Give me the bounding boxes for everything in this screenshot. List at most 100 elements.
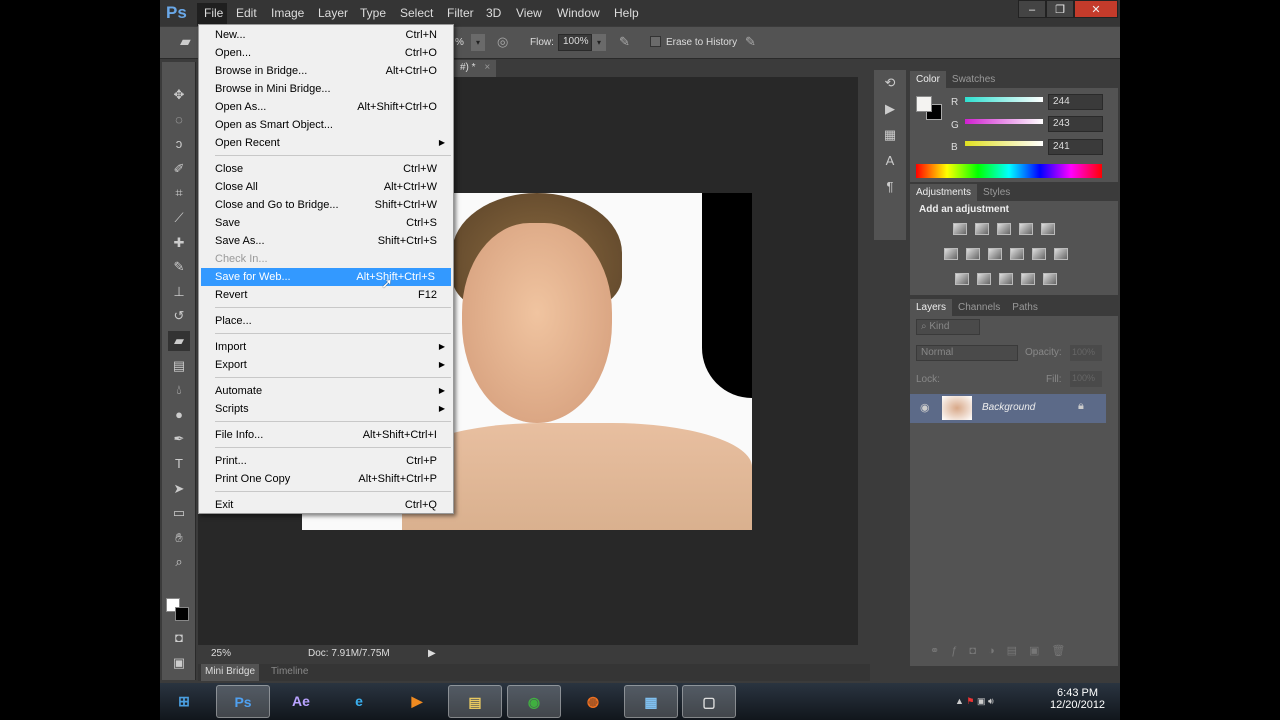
menu-window[interactable]: Window (557, 6, 600, 20)
crop-tool-icon[interactable]: ⌗ (168, 183, 190, 203)
taskbar-firefox[interactable]: ◍ (566, 685, 620, 718)
zoom-level[interactable]: 25% (211, 648, 231, 659)
layer-name[interactable]: Background (982, 402, 1035, 413)
menu-help[interactable]: Help (614, 6, 639, 20)
menu-item-exit[interactable]: Exit Ctrl+Q (199, 496, 453, 514)
menu-view[interactable]: View (516, 6, 542, 20)
menu-item-print[interactable]: Print... Ctrl+P (199, 452, 453, 470)
layer-filter-dropdown[interactable]: ⌕ Kind (916, 319, 980, 335)
history-brush-tool-icon[interactable]: ↺ (168, 306, 190, 326)
eraser-tool-preset-icon[interactable]: ▰ (180, 33, 191, 50)
airbrush-pressure-icon[interactable]: ◎ (497, 34, 508, 50)
background-color-swatch[interactable] (175, 607, 189, 621)
eyedropper-tool-icon[interactable]: ⟋ (168, 208, 190, 228)
g-value-input[interactable]: 243 (1048, 116, 1103, 132)
tab-mini-bridge[interactable]: Mini Bridge (201, 664, 260, 681)
color-lookup-icon[interactable] (1054, 248, 1068, 260)
system-clock[interactable]: 6:43 PM 12/20/2012 (1050, 687, 1105, 711)
r-slider[interactable] (965, 97, 1043, 102)
menu-item-file-info[interactable]: File Info... Alt+Shift+Ctrl+I (199, 426, 453, 444)
taskbar-chrome[interactable]: ◉ (507, 685, 561, 718)
menu-item-import[interactable]: Import ▶ (199, 338, 453, 356)
menu-item-new[interactable]: New... Ctrl+N (199, 26, 453, 44)
zoom-tool-icon[interactable]: ⌕ (168, 552, 190, 572)
pen-tool-icon[interactable]: ✒ (168, 429, 190, 449)
tab-paths[interactable]: Paths (1006, 299, 1044, 316)
blur-tool-icon[interactable]: 💧︎ (168, 380, 190, 400)
show-hidden-icons-button[interactable]: ▲ ⚑ ▣ 🔊︎ (955, 696, 994, 707)
taskbar-internet-explorer[interactable]: e (332, 685, 386, 718)
quick-mask-icon[interactable]: ◘ (168, 628, 190, 648)
menu-item-browse-in-bridge[interactable]: Browse in Bridge... Alt+Ctrl+O (199, 62, 453, 80)
b-slider[interactable] (965, 141, 1043, 146)
menu-image[interactable]: Image (271, 6, 304, 20)
menu-select[interactable]: Select (400, 6, 433, 20)
g-slider[interactable] (965, 119, 1043, 124)
taskbar-after-effects[interactable]: Ae (274, 685, 328, 718)
layer-opacity-input[interactable]: 100% (1070, 345, 1102, 361)
vertical-scrollbar[interactable] (858, 77, 870, 645)
taskbar-photoshop[interactable]: Ps (216, 685, 270, 718)
screen-mode-icon[interactable]: ▣ (168, 653, 190, 673)
opacity-dropdown[interactable]: ▾ (471, 34, 485, 51)
menu-item-open-recent[interactable]: Open Recent ▶ (199, 134, 453, 152)
document-tab[interactable]: #) * × (454, 60, 497, 77)
layers-footer-icons[interactable]: ⚭ƒ◘◑▤▣🗑︎ (930, 644, 1077, 657)
gradient-map-icon[interactable] (1043, 273, 1057, 285)
tab-layers[interactable]: Layers (910, 298, 953, 316)
path-selection-tool-icon[interactable]: ➤ (168, 479, 190, 499)
tab-styles[interactable]: Styles (977, 184, 1016, 201)
character-icon[interactable]: A (874, 148, 906, 174)
color-balance-icon[interactable] (966, 248, 980, 260)
gradient-tool-icon[interactable]: ▤ (168, 356, 190, 376)
history-icon[interactable]: ⟲ (874, 70, 906, 96)
flow-input[interactable]: 100% (558, 34, 592, 51)
airbrush-icon[interactable]: ✎ (619, 34, 630, 50)
menu-type[interactable]: Type (360, 6, 386, 20)
threshold-icon[interactable] (999, 273, 1013, 285)
b-value-input[interactable]: 241 (1048, 139, 1103, 155)
brush-tool-icon[interactable]: ✎ (168, 257, 190, 277)
photo-filter-icon[interactable] (1010, 248, 1024, 260)
start-button[interactable]: ⊞ (164, 685, 204, 718)
menu-file[interactable]: File (204, 6, 223, 20)
lasso-tool-icon[interactable]: ↄ (168, 134, 190, 154)
color-spectrum-bar[interactable] (916, 164, 1102, 178)
layer-fill-input[interactable]: 100% (1070, 371, 1102, 387)
menu-item-open-as-smart-object[interactable]: Open as Smart Object... (199, 116, 453, 134)
hand-tool-icon[interactable]: ✋︎ (168, 528, 190, 548)
menu-item-automate[interactable]: Automate ▶ (199, 382, 453, 400)
vibrance-icon[interactable] (1041, 223, 1055, 235)
brightness-contrast-icon[interactable] (953, 223, 967, 235)
clone-stamp-tool-icon[interactable]: ⊥ (168, 282, 190, 302)
close-button[interactable]: ✕ (1074, 0, 1118, 18)
flow-dropdown[interactable]: ▾ (592, 34, 606, 51)
channel-mixer-icon[interactable] (1032, 248, 1046, 260)
tab-channels[interactable]: Channels (952, 299, 1006, 316)
dodge-tool-icon[interactable]: ● (168, 405, 190, 425)
tab-swatches[interactable]: Swatches (946, 71, 1001, 88)
type-tool-icon[interactable]: T (168, 454, 190, 474)
close-tab-icon[interactable]: × (484, 62, 490, 73)
menu-item-print-one-copy[interactable]: Print One Copy Alt+Shift+Ctrl+P (199, 470, 453, 488)
selective-color-icon[interactable] (1021, 273, 1035, 285)
layer-row-background[interactable]: ◉ Background 🔒︎ (910, 394, 1106, 423)
opacity-field[interactable]: % (455, 37, 464, 48)
actions-play-icon[interactable]: ▶ (874, 96, 906, 122)
move-tool-icon[interactable]: ✥ (168, 85, 190, 105)
r-value-input[interactable]: 244 (1048, 94, 1103, 110)
menu-item-close-and-go-to-bridge[interactable]: Close and Go to Bridge... Shift+Ctrl+W (199, 196, 453, 214)
menu-item-open[interactable]: Open... Ctrl+O (199, 44, 453, 62)
posterize-icon[interactable] (977, 273, 991, 285)
menu-item-browse-in-mini-bridge[interactable]: Browse in Mini Bridge... (199, 80, 453, 98)
rectangle-tool-icon[interactable]: ▭ (168, 503, 190, 523)
taskbar-control-panel[interactable]: ▦ (624, 685, 678, 718)
menu-filter[interactable]: Filter (447, 6, 474, 20)
quick-selection-tool-icon[interactable]: ✐ (168, 159, 190, 179)
status-menu-arrow-icon[interactable]: ▶ (428, 648, 436, 659)
paragraph-icon[interactable]: ¶ (874, 174, 906, 200)
tab-adjustments[interactable]: Adjustments (910, 183, 978, 201)
blend-mode-dropdown[interactable]: Normal (916, 345, 1018, 361)
black-white-icon[interactable] (988, 248, 1002, 260)
tab-timeline[interactable]: Timeline (271, 666, 308, 677)
